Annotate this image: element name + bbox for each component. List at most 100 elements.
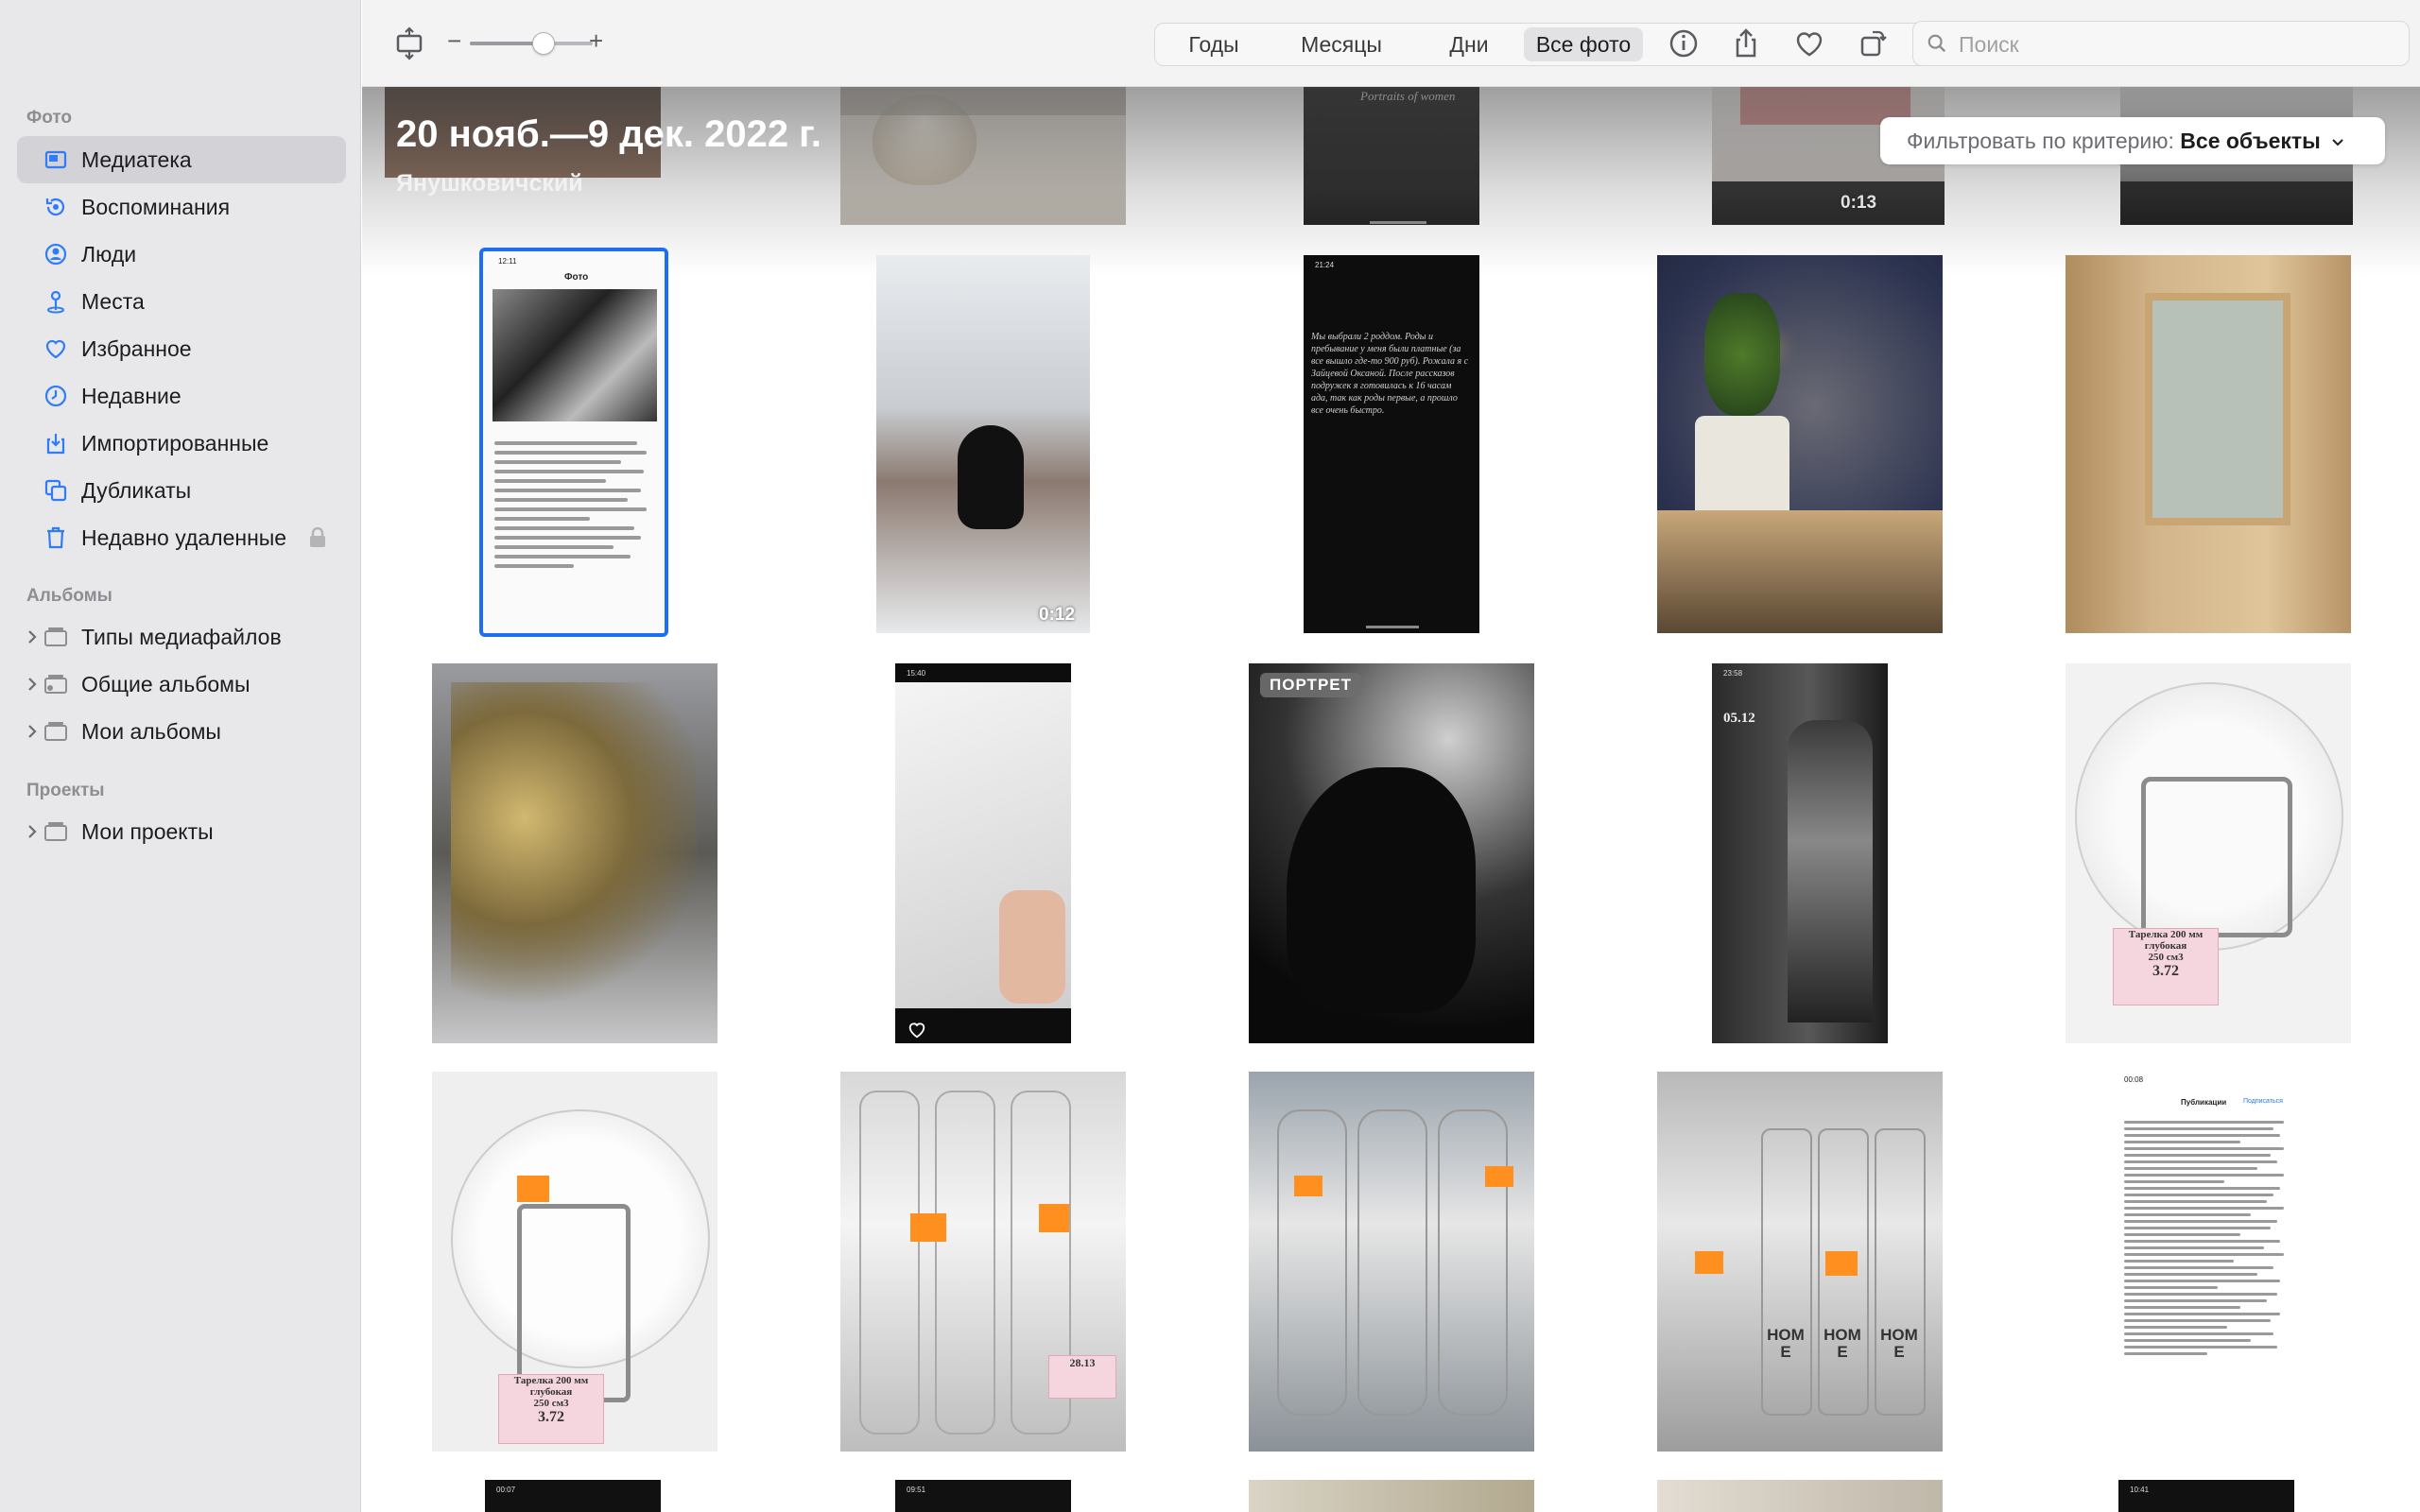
heart-icon [45,339,66,359]
lock-icon [310,527,325,547]
sidebar-item-media-types[interactable]: Типы медиафайлов [17,613,346,661]
duplicates-icon [44,479,67,502]
segment-all-photos[interactable]: Все фото [1524,27,1643,61]
sidebar-item-my-albums[interactable]: Мои альбомы [17,708,346,755]
follow-link[interactable]: Подписаться [2243,1098,2283,1105]
orange-sticker [1485,1166,1513,1187]
plant-pot [1695,416,1789,520]
filter-label: Фильтровать по критерию: [1907,129,2174,153]
photo-tile-glass-bottles[interactable]: 28.13 [840,1072,1126,1452]
trash-icon [47,526,64,549]
photo-tile-oil-bottles[interactable]: HOME HOME HOME [1657,1072,1943,1452]
sidebar-item-favorites[interactable]: Избранное [17,325,346,372]
status-time: 15:40 [907,669,926,678]
search-field[interactable] [1912,21,2410,66]
photo-tile-plant[interactable] [840,87,1126,225]
photo-tile-story[interactable]: Portraits of women [1304,87,1479,225]
toolbar: − + Годы Месяцы Дни Все фото [362,0,2420,87]
zoom-in-button[interactable]: + [589,26,603,56]
photo-tile-plate[interactable]: Тарелка 200 мм глубокая 250 см3 3.72 [2066,663,2351,1043]
sidebar-item-my-projects[interactable]: Мои проекты [17,808,346,855]
price-tag: Тарелка 200 мм глубокая 250 см3 3.72 [2113,928,2219,1005]
photo-tile-plates-stack[interactable]: Тарелка 200 мм глубокая 250 см3 3.72 [432,1072,717,1452]
sidebar-item-imports[interactable]: Импортированные [17,420,346,467]
share-icon[interactable] [1727,25,1765,62]
bottle-label: HOME [1767,1326,1805,1361]
people-icon [44,243,67,266]
price-subtitle: 250 см3 [533,1398,569,1409]
sidebar: Фото Медиатека Воспоминания Люди Места И… [0,0,361,1512]
price-value: 3.72 [2152,963,2179,979]
orange-sticker [910,1213,946,1242]
photo-tile-cat-window[interactable]: 0:12 [876,255,1090,633]
location-subtitle: Янушковичский [396,170,583,197]
photo-tile-story-text[interactable]: 21:24 Мы выбрали 2 роддом. Роды и пребыв… [1304,255,1479,633]
sidebar-item-memories[interactable]: Воспоминания [17,183,346,231]
sidebar-item-duplicates[interactable]: Дубликаты [17,467,346,514]
sidebar-item-recently-deleted[interactable]: Недавно удаленные [17,514,346,561]
date-range-title: 20 нояб.—9 дек. 2022 г. [396,113,821,155]
photo-tile-door[interactable] [2066,255,2351,633]
photo-tile[interactable] [1249,1480,1534,1512]
filter-value: Все объекты [2180,129,2321,153]
price-title: Тарелка 200 мм глубокая [2128,929,2204,952]
price-title: Тарелка 200 мм глубокая [513,1375,589,1398]
bottle-label: HOME [1824,1326,1861,1361]
photo-tile-book[interactable]: 15:40 [895,663,1071,1043]
slideshow-icon[interactable] [390,25,428,62]
photo-tile-cat-portrait[interactable]: ПОРТРЕТ [1249,663,1534,1043]
sidebar-item-label: Импортированные [81,431,269,455]
photo-tile[interactable] [1657,1480,1943,1512]
status-time: 09:51 [907,1486,926,1494]
zoom-slider[interactable] [470,32,593,55]
zoom-out-button[interactable]: − [447,26,461,56]
chevron-right-icon[interactable] [25,822,40,841]
photo-tile-glass-jugs[interactable] [1249,1072,1534,1452]
filter-dropdown[interactable]: Фильтровать по критерию: Все объекты [1880,117,2385,164]
favorite-heart-icon[interactable] [1790,25,1828,62]
places-icon [47,290,64,314]
chevron-right-icon[interactable] [25,675,40,694]
orange-sticker [1695,1251,1723,1274]
photo-tile[interactable]: 00:07 [485,1480,661,1512]
rotate-icon[interactable] [1854,25,1892,62]
photo-tile[interactable]: 09:51 [895,1480,1071,1512]
status-time: 10:41 [2130,1486,2150,1494]
caption-lines [2124,1117,2290,1359]
sidebar-item-label: Воспоминания [81,195,231,219]
photo-tile-publication-screenshot[interactable]: 00:08 Публикации Подписаться [2118,1072,2298,1452]
orange-sticker [517,1176,549,1202]
search-input[interactable] [1957,29,2377,60]
heart-icon[interactable] [907,1019,927,1040]
photo-tile-tree[interactable] [432,663,717,1043]
story-header-text: Portraits of women [1360,89,1456,103]
segment-days[interactable]: Дни [1416,27,1522,61]
sidebar-item-shared-albums[interactable]: Общие альбомы [17,661,346,708]
sidebar-item-places[interactable]: Места [17,278,346,325]
segment-months[interactable]: Месяцы [1270,27,1412,61]
chevron-right-icon[interactable] [25,627,40,646]
chevron-right-icon[interactable] [25,722,40,741]
photo-tile-story-portrait[interactable]: 23:58 05.12 [1712,663,1888,1043]
sidebar-item-label: Недавно удаленные [81,525,287,550]
orange-sticker [1039,1204,1069,1232]
bottle-label: HOME [1880,1326,1918,1361]
photo-tile[interactable]: 10:41 [2118,1480,2294,1512]
sidebar-item-library[interactable]: Медиатека [17,136,346,183]
publication-title: Публикации [2181,1098,2227,1107]
sidebar-item-label: Люди [81,242,137,266]
info-icon[interactable] [1665,25,1703,62]
sidebar-item-label: Мои проекты [81,819,214,844]
cat-silhouette [958,425,1024,529]
library-icon [44,150,67,169]
sidebar-item-recents[interactable]: Недавние [17,372,346,420]
status-time: 21:24 [1315,261,1335,269]
price-value: 3.72 [538,1409,564,1425]
sidebar-item-people[interactable]: Люди [17,231,346,278]
video-duration-badge: 0:13 [1841,193,1877,213]
story-text: Мы выбрали 2 роддом. Роды и пребывание у… [1311,332,1469,416]
segment-years[interactable]: Годы [1161,27,1267,61]
photo-tile-candle[interactable] [1657,255,1943,633]
sidebar-item-label: Избранное [81,336,192,361]
zoom-slider-knob[interactable] [532,32,555,55]
